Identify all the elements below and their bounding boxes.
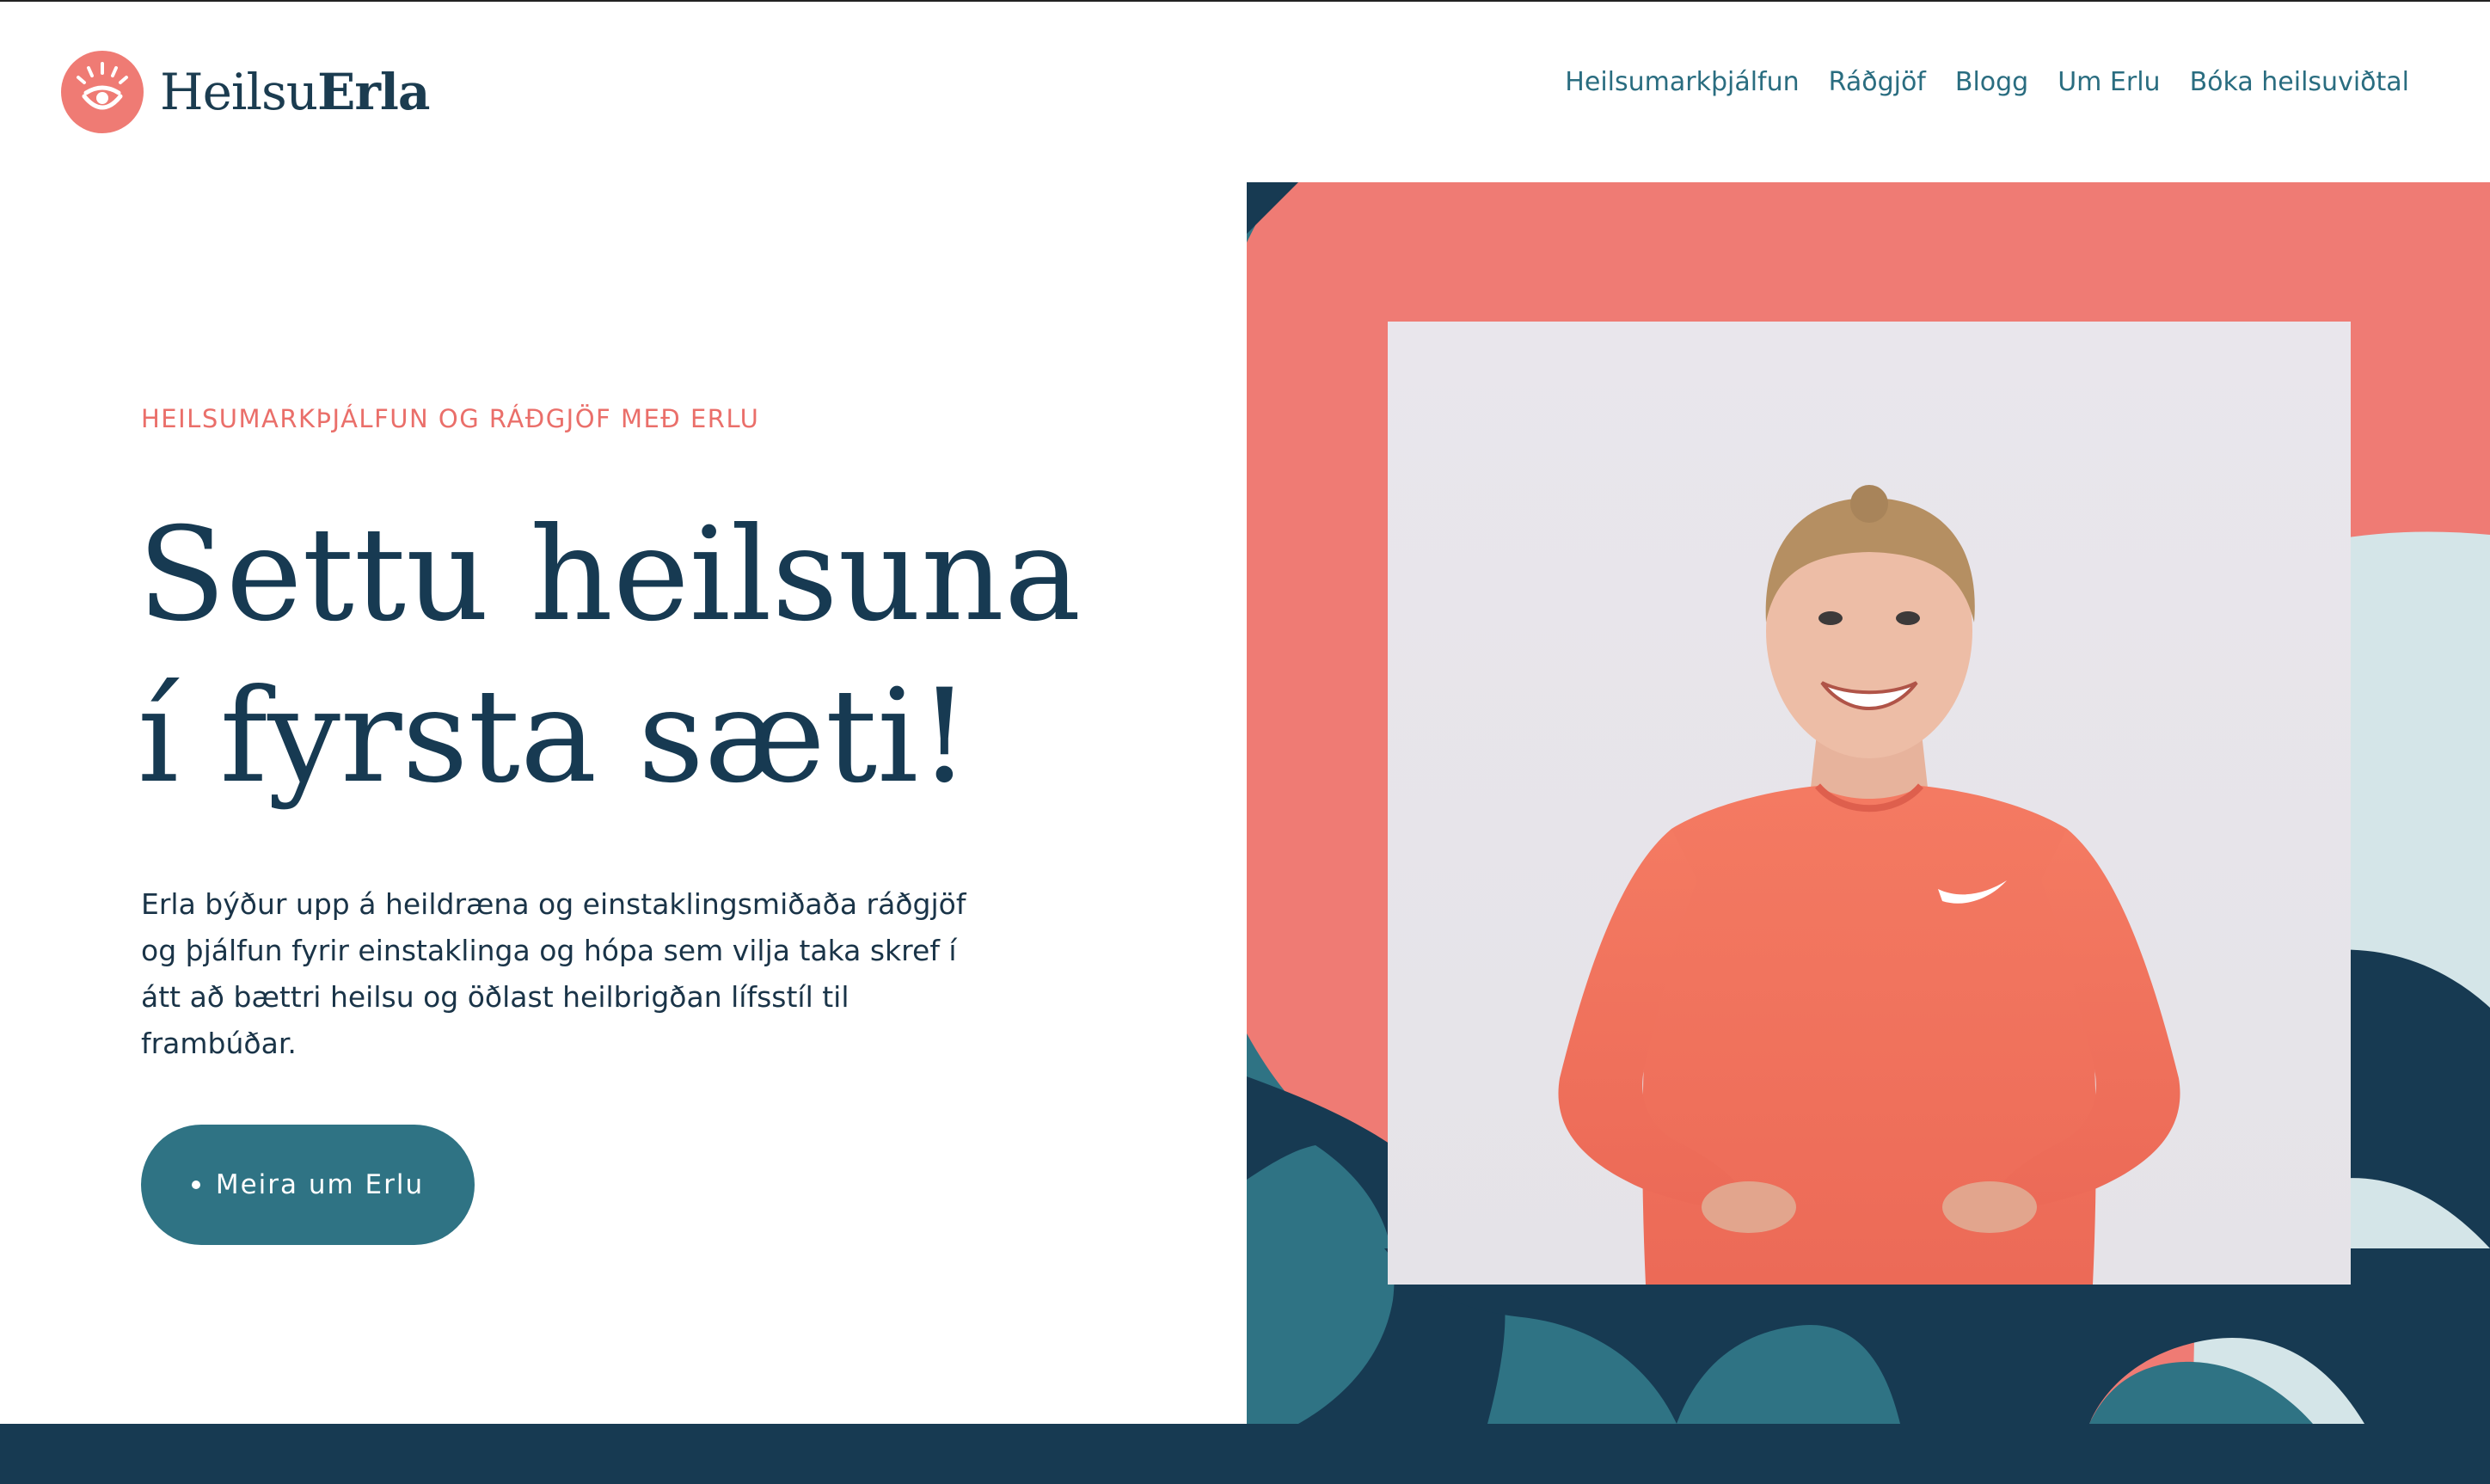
logo-wordmark-light: Heilsu — [160, 63, 318, 121]
sun-eye-icon — [61, 51, 144, 133]
hero-title: Settu heilsuna í fyrsta sæti! — [138, 494, 1273, 818]
hero-description: Erla býður upp á heildræna og einstaklin… — [141, 887, 966, 1060]
erla-portrait-photo — [1388, 322, 2351, 1285]
hero-title-line-2: í fyrsta sæti! — [138, 662, 971, 812]
nav-item-radgjof[interactable]: Ráðgjöf — [1829, 67, 1926, 97]
nav-item-blogg[interactable]: Blogg — [1955, 67, 2028, 97]
cta-label: Meira um Erlu — [215, 1169, 425, 1200]
portrait-illustration — [1558, 485, 2180, 1285]
hero-eyebrow: HEILSUMARKÞJÁLFUN OG RÁÐGJÖF MEÐ ERLU — [141, 404, 760, 433]
nav-item-um-erlu[interactable]: Um Erlu — [2058, 67, 2160, 97]
site-logo[interactable]: HeilsuErla — [60, 50, 431, 134]
dot-icon — [191, 1180, 200, 1189]
footer-bar — [0, 1424, 2490, 1484]
top-border — [0, 0, 2490, 2]
logo-wordmark: HeilsuErla — [160, 63, 431, 121]
main-nav: Heilsumarkþjálfun Ráðgjöf Blogg Um Erlu … — [1565, 67, 2409, 97]
meira-um-erlu-button[interactable]: Meira um Erlu — [141, 1125, 475, 1245]
hero-title-line-1: Settu heilsuna — [138, 500, 1082, 650]
page: HeilsuErla Heilsumarkþjálfun Ráðgjöf Blo… — [0, 0, 2490, 1484]
logo-wordmark-bold: Erla — [317, 63, 430, 121]
nav-item-heilsumarkthjalfun[interactable]: Heilsumarkþjálfun — [1565, 67, 1799, 97]
nav-item-boka-heilsuvidtal[interactable]: Bóka heilsuviðtal — [2190, 67, 2409, 97]
